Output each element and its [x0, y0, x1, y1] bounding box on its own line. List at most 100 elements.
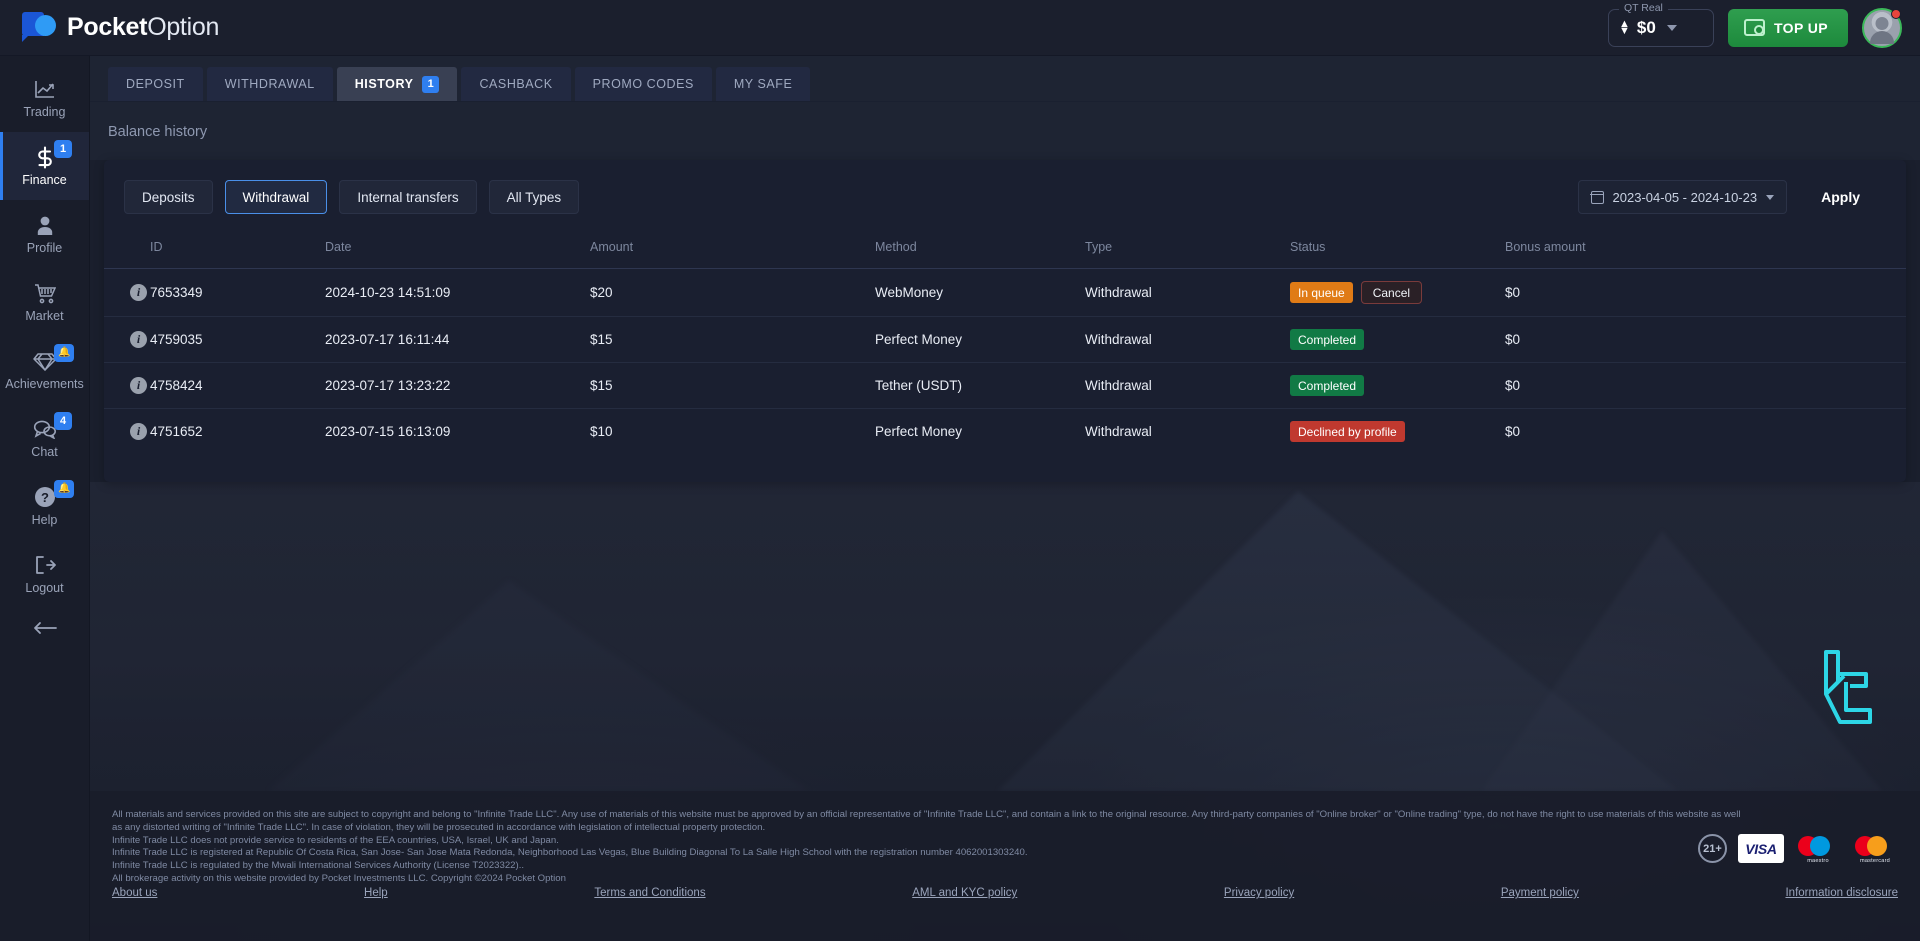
- footer-link-payment-policy[interactable]: Payment policy: [1501, 887, 1579, 899]
- row-amount: $15: [590, 362, 875, 409]
- row-id: 7653349: [150, 268, 325, 317]
- row-date: 2023-07-17 13:23:22: [325, 362, 590, 409]
- tab-label: PROMO CODES: [592, 77, 694, 91]
- table-body: i 7653349 2024-10-23 14:51:09 $20 WebMon…: [104, 268, 1906, 454]
- tab-my-safe[interactable]: MY SAFE: [715, 67, 811, 101]
- page-title: Balance history: [90, 102, 1920, 160]
- tab-label: WITHDRAWAL: [224, 77, 315, 91]
- row-info-cell: i: [104, 268, 150, 317]
- row-bonus: $0: [1505, 362, 1906, 409]
- apply-button[interactable]: Apply: [1799, 180, 1882, 214]
- sidebar-label: Help: [31, 513, 58, 528]
- date-range-picker[interactable]: 2023-04-05 - 2024-10-23: [1577, 180, 1788, 214]
- sidebar-item-chat[interactable]: 4 Chat: [0, 404, 89, 472]
- footer-link-aml-kyc-policy[interactable]: AML and KYC policy: [912, 887, 1017, 899]
- sidebar-item-profile[interactable]: Profile: [0, 200, 89, 268]
- sidebar-label: Chat: [31, 445, 58, 460]
- footer-link-privacy-policy[interactable]: Privacy policy: [1224, 887, 1294, 899]
- sidebar-item-logout[interactable]: Logout: [0, 540, 89, 608]
- row-type: Withdrawal: [1085, 362, 1290, 409]
- brand-name: PocketOption: [67, 13, 219, 42]
- brand-logo[interactable]: PocketOption: [22, 11, 219, 44]
- brand-name-bold: Pocket: [67, 13, 148, 41]
- chip-label: Internal transfers: [357, 189, 459, 205]
- arrow-left-icon: [33, 621, 57, 640]
- tab-label: DEPOSIT: [126, 77, 185, 91]
- avatar[interactable]: [1862, 7, 1902, 48]
- row-status-cell: In queue Cancel: [1290, 268, 1505, 317]
- table-row[interactable]: i 7653349 2024-10-23 14:51:09 $20 WebMon…: [104, 268, 1906, 317]
- table-header-date: Date: [325, 240, 352, 254]
- balance-amount: $0: [1636, 17, 1656, 37]
- user-icon: [35, 213, 55, 237]
- info-icon[interactable]: i: [130, 423, 147, 440]
- legal-line: Infinite Trade LLC is regulated by the M…: [112, 860, 525, 872]
- mastercard-icon: mastercard: [1852, 834, 1898, 864]
- table-header-bonus: Bonus amount: [1505, 240, 1586, 254]
- status-badge: Completed: [1290, 375, 1365, 396]
- mastercard-label: mastercard: [1860, 858, 1890, 864]
- info-icon[interactable]: i: [130, 284, 147, 301]
- top-bar: PocketOption QT Real ▲ ▼ $0 TOP UP: [0, 0, 1920, 56]
- sidebar-collapse-button[interactable]: [0, 608, 89, 652]
- sidebar-item-help[interactable]: 🔔 ? Help: [0, 472, 89, 540]
- filter-chip-all-types[interactable]: All Types: [488, 180, 580, 214]
- info-icon[interactable]: i: [130, 377, 147, 394]
- legal-line: Infinite Trade LLC is registered at Repu…: [112, 847, 1028, 859]
- footer-link-help[interactable]: Help: [364, 887, 388, 899]
- footer: All materials and services provided on t…: [90, 791, 1920, 941]
- sidebar-item-achievements[interactable]: 🔔 Achievements: [0, 336, 89, 404]
- chat-icon: [33, 417, 57, 441]
- tab-withdrawal[interactable]: WITHDRAWAL: [206, 67, 333, 101]
- sidebar: Trading 1 Finance Profile Market 🔔 Achie…: [0, 56, 90, 941]
- info-icon[interactable]: i: [130, 331, 147, 348]
- filter-chip-withdrawal[interactable]: Withdrawal: [224, 180, 328, 214]
- history-table: ID Date Amount Method Type Status Bonus …: [104, 236, 1906, 454]
- sidebar-item-trading[interactable]: Trading: [0, 64, 89, 132]
- top-bar-right: QT Real ▲ ▼ $0 TOP UP: [1607, 1, 1902, 48]
- chevron-down-icon[interactable]: [1666, 24, 1677, 31]
- tab-label: MY SAFE: [733, 77, 793, 91]
- tab-promo-codes[interactable]: PROMO CODES: [574, 67, 712, 101]
- sidebar-badge-achievements: 🔔: [54, 344, 75, 362]
- top-up-button[interactable]: TOP UP: [1727, 8, 1848, 47]
- tab-deposit[interactable]: DEPOSIT: [108, 67, 203, 101]
- history-card: Deposits Withdrawal Internal transfers A…: [104, 160, 1906, 482]
- row-status-cell: Declined by profile: [1290, 408, 1505, 454]
- sidebar-item-finance[interactable]: 1 Finance: [0, 132, 89, 200]
- footer-link-about-us[interactable]: About us: [112, 887, 157, 899]
- maestro-label: maestro: [1807, 858, 1829, 864]
- age-21-plus-icon: 21+: [1698, 834, 1727, 863]
- history-panel: Balance history Deposits Withdrawal Inte…: [90, 102, 1920, 482]
- table-row[interactable]: i 4759035 2023-07-17 16:11:44 $15 Perfec…: [104, 316, 1906, 363]
- filter-right-controls: 2023-04-05 - 2024-10-23 Apply: [1577, 180, 1882, 214]
- filter-chip-deposits[interactable]: Deposits: [124, 180, 213, 214]
- row-bonus: $0: [1505, 316, 1906, 363]
- swap-arrows-icon: ▲ ▼: [1618, 17, 1630, 37]
- legal-disclaimer: All materials and services provided on t…: [112, 809, 1898, 885]
- sidebar-label: Trading: [23, 105, 66, 120]
- account-balance-selector[interactable]: QT Real ▲ ▼ $0: [1607, 1, 1714, 47]
- table-header: ID Date Amount Method Type Status Bonus …: [104, 236, 1906, 269]
- filter-chip-internal-transfers[interactable]: Internal transfers: [339, 180, 477, 214]
- table-header-amount: Amount: [590, 240, 634, 254]
- question-icon: ?: [34, 485, 56, 509]
- brand-name-light: Option: [147, 13, 220, 41]
- finance-tabs: DEPOSIT WITHDRAWAL HISTORY 1 CASHBACK PR…: [90, 56, 1920, 102]
- row-bonus: $0: [1505, 408, 1906, 454]
- account-type-label: QT Real: [1618, 1, 1668, 14]
- svg-text:?: ?: [41, 490, 49, 505]
- tab-cashback[interactable]: CASHBACK: [461, 67, 571, 101]
- row-bonus: $0: [1505, 268, 1906, 317]
- sidebar-label: Logout: [25, 581, 64, 596]
- row-method: Tether (USDT): [875, 362, 1085, 409]
- table-row[interactable]: i 4751652 2023-07-15 16:13:09 $10 Perfec…: [104, 408, 1906, 454]
- tab-history[interactable]: HISTORY 1: [336, 67, 458, 101]
- row-info-cell: i: [104, 316, 150, 363]
- cancel-button[interactable]: Cancel: [1360, 281, 1423, 304]
- row-id: 4751652: [150, 408, 325, 454]
- footer-link-information-disclosure[interactable]: Information disclosure: [1785, 887, 1898, 899]
- table-row[interactable]: i 4758424 2023-07-17 13:23:22 $15 Tether…: [104, 362, 1906, 409]
- sidebar-item-market[interactable]: Market: [0, 268, 89, 336]
- footer-link-terms-and-conditions[interactable]: Terms and Conditions: [594, 887, 705, 899]
